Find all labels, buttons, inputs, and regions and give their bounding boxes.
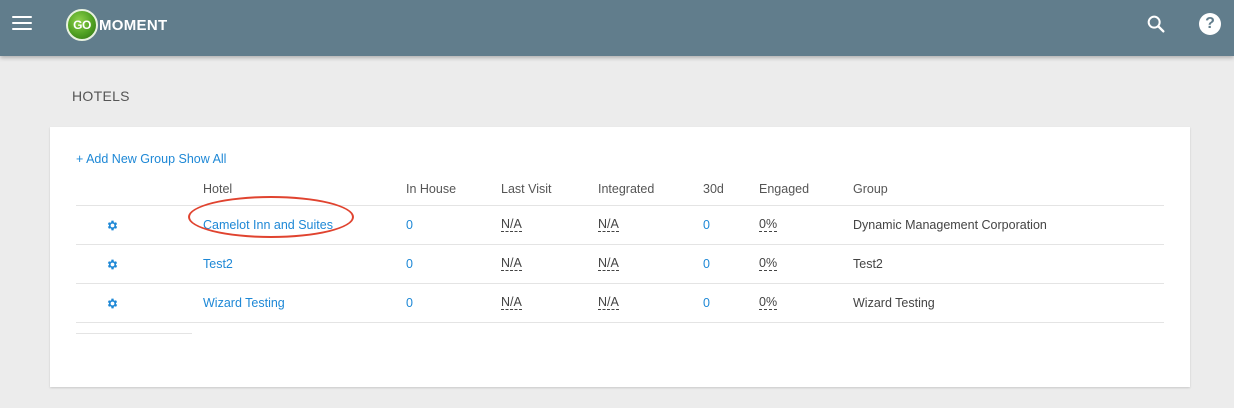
- table-row: Wizard Testing 0 N/A N/A 0 0% Wizard Tes…: [76, 284, 1164, 323]
- engaged-value: 0%: [759, 256, 778, 271]
- page-title: HOTELS: [72, 88, 130, 104]
- column-header-group[interactable]: Group: [853, 172, 888, 205]
- column-header-hotel[interactable]: Hotel: [203, 172, 232, 205]
- in-house-value[interactable]: 0: [406, 218, 413, 232]
- hotels-table: Hotel In House Last Visit Integrated 30d…: [76, 172, 1164, 323]
- group-value: Test2: [853, 257, 883, 271]
- add-new-group-link[interactable]: + Add New Group: [76, 152, 175, 166]
- top-app-bar: GO MOMENT ?: [0, 0, 1234, 56]
- column-header-in-house[interactable]: In House: [406, 172, 456, 205]
- column-header-30d[interactable]: 30d: [703, 172, 724, 205]
- in-house-value[interactable]: 0: [406, 296, 413, 310]
- hotel-cell: Camelot Inn and Suites: [188, 196, 354, 244]
- table-actions: + Add New Group Show All: [76, 152, 226, 166]
- table-row: Test2 0 N/A N/A 0 0% Test2: [76, 245, 1164, 284]
- hotel-link[interactable]: Wizard Testing: [203, 296, 285, 310]
- hotel-link[interactable]: Test2: [203, 257, 233, 271]
- menu-line: [12, 22, 32, 24]
- table-row: Camelot Inn and Suites 0 N/A N/A 0 0% Dy…: [76, 196, 1164, 245]
- 30d-value[interactable]: 0: [703, 257, 710, 271]
- 30d-value[interactable]: 0: [703, 218, 710, 232]
- 30d-value[interactable]: 0: [703, 296, 710, 310]
- gear-icon[interactable]: [106, 258, 119, 271]
- logo-badge: GO: [66, 9, 98, 41]
- search-icon[interactable]: [1145, 13, 1167, 35]
- help-icon[interactable]: ?: [1199, 13, 1221, 35]
- last-visit-value: N/A: [501, 295, 522, 310]
- row-settings-button[interactable]: [106, 206, 119, 244]
- last-visit-value: N/A: [501, 217, 522, 232]
- table-footer-divider: [76, 333, 192, 334]
- last-visit-value: N/A: [501, 256, 522, 271]
- gear-icon[interactable]: [106, 219, 119, 232]
- logo-text: MOMENT: [99, 16, 168, 34]
- column-header-engaged[interactable]: Engaged: [759, 172, 809, 205]
- column-header-integrated[interactable]: Integrated: [598, 172, 654, 205]
- engaged-value: 0%: [759, 295, 778, 310]
- hamburger-menu-icon[interactable]: [12, 15, 32, 31]
- group-value: Wizard Testing: [853, 296, 935, 310]
- integrated-value: N/A: [598, 256, 619, 271]
- group-value: Dynamic Management Corporation: [853, 218, 1047, 232]
- integrated-value: N/A: [598, 295, 619, 310]
- gear-icon[interactable]: [106, 297, 119, 310]
- hotels-card: + Add New Group Show All Hotel In House …: [50, 127, 1190, 387]
- row-settings-button[interactable]: [106, 284, 119, 322]
- menu-line: [12, 16, 32, 18]
- hotel-link[interactable]: Camelot Inn and Suites: [203, 218, 333, 232]
- row-settings-button[interactable]: [106, 245, 119, 283]
- show-all-link[interactable]: Show All: [179, 152, 227, 166]
- table-header: Hotel In House Last Visit Integrated 30d…: [76, 172, 1164, 206]
- column-header-last-visit[interactable]: Last Visit: [501, 172, 552, 205]
- menu-line: [12, 28, 32, 30]
- gomoment-logo[interactable]: GO MOMENT: [66, 9, 167, 41]
- integrated-value: N/A: [598, 217, 619, 232]
- in-house-value[interactable]: 0: [406, 257, 413, 271]
- engaged-value: 0%: [759, 217, 778, 232]
